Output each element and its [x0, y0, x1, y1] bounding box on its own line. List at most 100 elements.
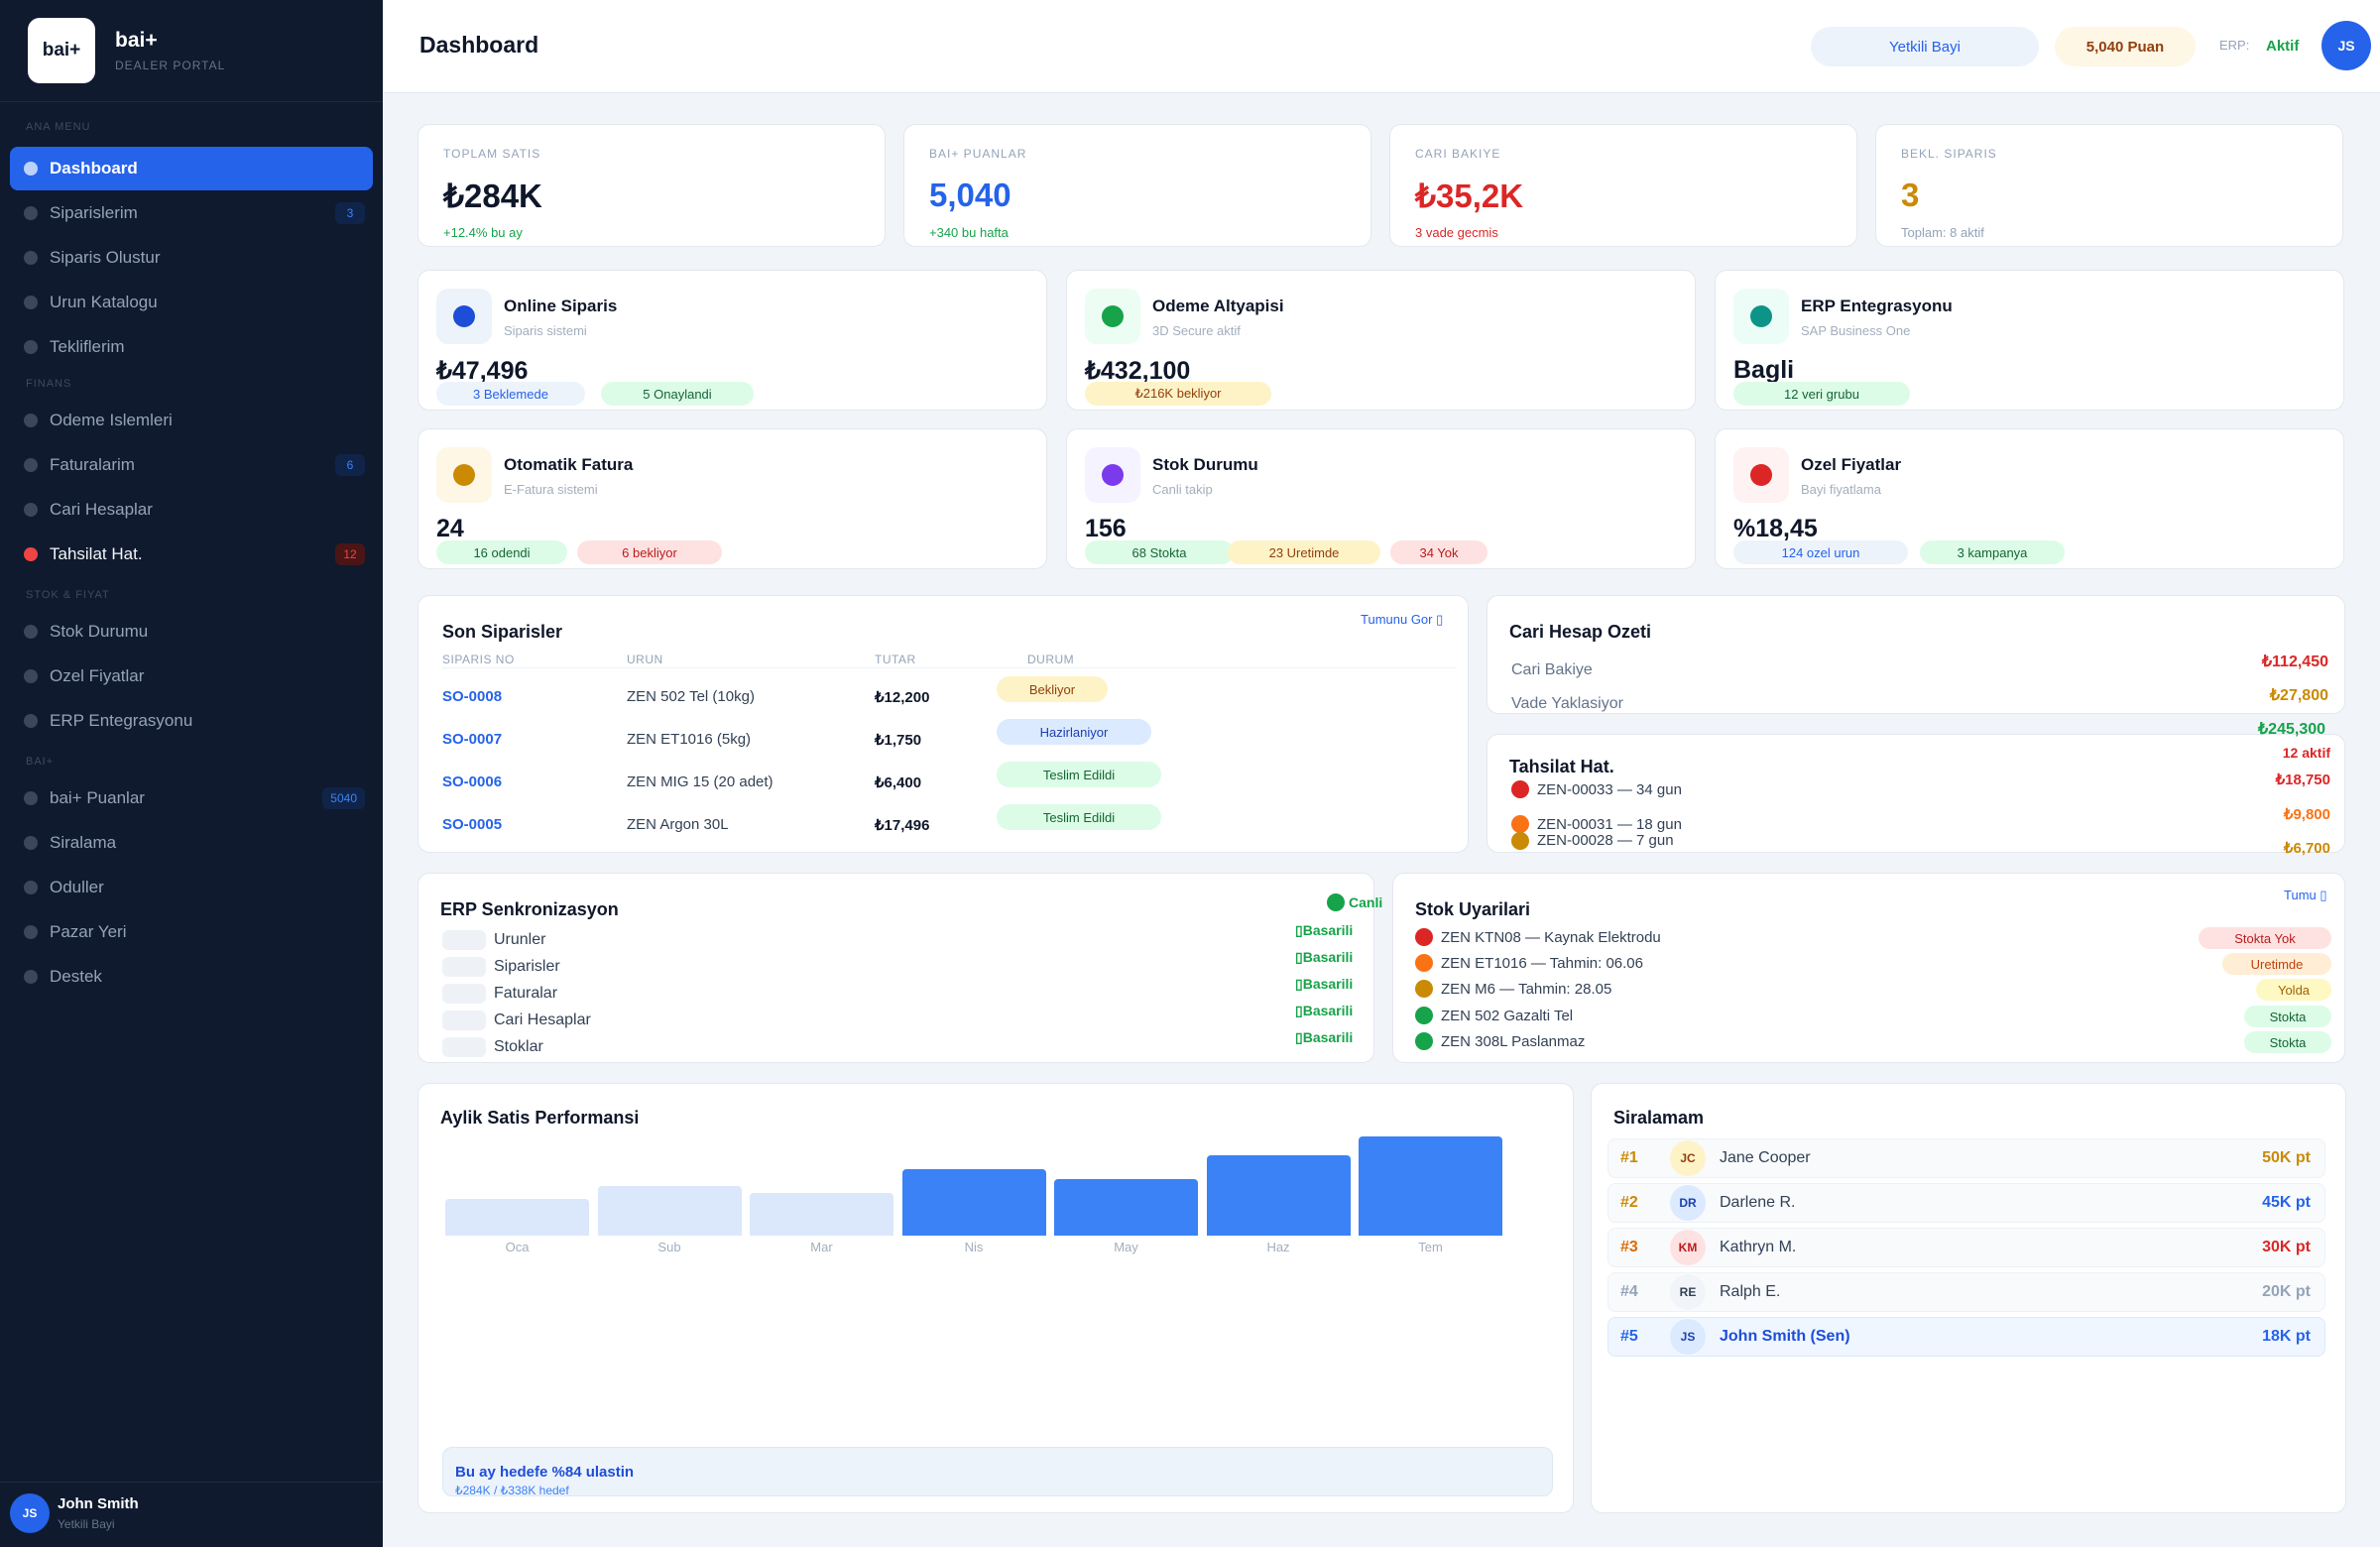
stat-card-bekl-siparis[interactable]: BEKL. SIPARIS 3 Toplam: 8 aktif: [1875, 124, 2343, 247]
sidebar-item-ozel-fiyatlar[interactable]: Ozel Fiyatlar: [10, 654, 373, 698]
collections-card: Tahsilat Hat. 12 aktif ZEN-00033 — 34 gu…: [1487, 734, 2345, 857]
order-product: ZEN MIG 15 (20 adet): [627, 774, 774, 790]
sync-label: Siparisler: [494, 958, 560, 975]
sidebar-item-pazar-yeri[interactable]: Pazar Yeri: [10, 910, 373, 954]
sidebar-item-label: Odeme Islemleri: [50, 411, 173, 429]
count-badge: 6: [335, 454, 365, 476]
sidebar-item-tahsilat[interactable]: Tahsilat Hat. 12: [10, 533, 373, 576]
collection-row[interactable]: ZEN-00033 — 34 gun: [1511, 780, 1682, 798]
stat-value: ₺284K: [443, 178, 542, 214]
order-id[interactable]: SO-0005: [442, 816, 502, 833]
collection-amount: ₺9,800: [2283, 806, 2330, 823]
stock-row[interactable]: ZEN 502 Gazalti Tel: [1415, 1007, 1573, 1024]
brand[interactable]: bai+ bai+ DEALER PORTAL: [28, 18, 225, 83]
sidebar-item-erp[interactable]: ERP Entegrasyonu: [10, 699, 373, 743]
sidebar-item-urun-katalogu[interactable]: Urun Katalogu: [10, 281, 373, 324]
sidebar-item-tekliflerim[interactable]: Tekliflerim: [10, 325, 373, 369]
user-name: John Smith: [58, 1495, 139, 1512]
bar-sub[interactable]: [597, 1186, 742, 1236]
bar-nis[interactable]: [901, 1169, 1046, 1236]
dashboard-icon: [24, 162, 38, 176]
rank-row-self[interactable]: #5 JS John Smith (Sen) 18K pt: [1607, 1317, 2325, 1357]
rank-row[interactable]: #3 KM Kathryn M. 30K pt: [1607, 1228, 2325, 1267]
create-order-icon: [24, 251, 38, 265]
sync-row: Siparisler: [442, 957, 560, 977]
avatar: JS: [1670, 1319, 1706, 1355]
sidebar-item-faturalarim[interactable]: Faturalarim 6: [10, 443, 373, 487]
stock-row[interactable]: ZEN 308L Paslanmaz: [1415, 1032, 1585, 1050]
role-pill[interactable]: Yetkili Bayi: [1811, 27, 2039, 66]
collection-row[interactable]: ZEN-00031 — 18 gun: [1511, 815, 1682, 833]
sidebar-item-siparislerim[interactable]: Siparislerim 3: [10, 191, 373, 235]
stat-card-cari-bakiye[interactable]: CARI BAKIYE ₺35,2K 3 vade gecmis: [1389, 124, 1857, 247]
stock-row[interactable]: ZEN KTN08 — Kaynak Elektrodu: [1415, 928, 1661, 946]
sidebar-item-oduller[interactable]: Oduller: [10, 866, 373, 909]
avatar: RE: [1670, 1274, 1706, 1310]
sync-pill-icon: [442, 984, 486, 1004]
sidebar-user[interactable]: JS John Smith Yetkili Bayi: [10, 1493, 139, 1533]
view-all-link[interactable]: Tumunu Gor ▯: [1361, 612, 1443, 628]
collection-row[interactable]: ZEN-00028 — 7 gun: [1511, 832, 1674, 852]
collection-label: ZEN-00033 — 34 gun: [1537, 780, 1682, 798]
section-title: Son Siparisler: [442, 622, 563, 642]
rank-name: Kathryn M.: [1720, 1239, 1797, 1255]
points-pill[interactable]: 5,040 Puan: [2055, 27, 2196, 66]
ranking-icon: [24, 836, 38, 850]
tag: 3 Beklemede: [436, 382, 585, 406]
stat-card-toplam-satis[interactable]: TOPLAM SATIS ₺284K +12.4% bu ay: [417, 124, 886, 247]
sidebar-item-puanlar[interactable]: bai+ Puanlar 5040: [10, 776, 373, 820]
rank-points: 45K pt: [2262, 1194, 2311, 1211]
order-product: ZEN Argon 30L: [627, 816, 729, 833]
stock-row[interactable]: ZEN ET1016 — Tahmin: 06.06: [1415, 954, 1643, 972]
sidebar-item-siralama[interactable]: Siralama: [10, 821, 373, 865]
table-row[interactable]: SO-0005 ZEN Argon 30L ₺17,496 Teslim Edi…: [418, 804, 1470, 844]
table-row[interactable]: SO-0007 ZEN ET1016 (5kg) ₺1,750 Hazirlan…: [418, 719, 1470, 759]
sync-label: Urunler: [494, 931, 546, 948]
stock-alerts-card: Stok Uyarilari Tumu ▯ ZEN KTN08 — Kaynak…: [1392, 873, 2345, 1063]
col-header: TUTAR: [875, 653, 916, 666]
points-icon: [24, 791, 38, 805]
erp-icon: [24, 714, 38, 728]
bar-mar[interactable]: [750, 1193, 893, 1236]
sidebar-item-label: Pazar Yeri: [50, 922, 127, 941]
order-id[interactable]: SO-0006: [442, 774, 502, 790]
module-stok-durumu[interactable]: Stok Durumu Canli takip 156 68 Stokta 23…: [1066, 428, 1696, 569]
sidebar-item-label: ERP Entegrasyonu: [50, 711, 193, 730]
order-id[interactable]: SO-0007: [442, 731, 502, 748]
rank-row[interactable]: #2 DR Darlene R. 45K pt: [1607, 1183, 2325, 1223]
user-role: Yetkili Bayi: [58, 1517, 115, 1531]
sidebar-item-destek[interactable]: Destek: [10, 955, 373, 999]
table-row[interactable]: SO-0006 ZEN MIG 15 (20 adet) ₺6,400 Tesl…: [418, 762, 1470, 801]
rank-row[interactable]: #1 JC Jane Cooper 50K pt: [1607, 1138, 2325, 1178]
user-avatar[interactable]: JS: [2321, 21, 2371, 70]
bar-tem[interactable]: [1359, 1136, 1502, 1236]
view-all-link[interactable]: Tumu ▯: [2284, 888, 2327, 903]
bar-oca[interactable]: [445, 1199, 589, 1236]
sidebar-item-cari-hesaplar[interactable]: Cari Hesaplar: [10, 488, 373, 532]
bar-may[interactable]: [1054, 1179, 1198, 1236]
rank-row[interactable]: #4 RE Ralph E. 20K pt: [1607, 1272, 2325, 1312]
collection-amount: ₺18,750: [2275, 772, 2330, 788]
stock-row[interactable]: ZEN M6 — Tahmin: 28.05: [1415, 980, 1611, 998]
module-title: Ozel Fiyatlar: [1801, 455, 1902, 474]
bar-haz[interactable]: [1206, 1155, 1351, 1236]
table-row[interactable]: SO-0008 ZEN 502 Tel (10kg) ₺12,200 Bekli…: [418, 676, 1470, 716]
count-badge: 3: [335, 202, 365, 224]
sidebar-item-stok-durumu[interactable]: Stok Durumu: [10, 610, 373, 654]
module-odeme-altyapisi[interactable]: Odeme Altyapisi 3D Secure aktif ₺432,100…: [1066, 270, 1696, 411]
alert-icon: [24, 547, 38, 561]
module-online-siparis[interactable]: Online Siparis Siparis sistemi ₺47,496 3…: [417, 270, 1047, 411]
sidebar-item-label: Destek: [50, 967, 102, 986]
logo: bai+: [28, 18, 95, 83]
module-otomatik-fatura[interactable]: Otomatik Fatura E-Fatura sistemi 24 16 o…: [417, 428, 1047, 569]
sidebar-item-dashboard[interactable]: Dashboard: [10, 147, 373, 190]
tag: ₺216K bekliyor: [1085, 382, 1271, 406]
order-amount: ₺1,750: [875, 732, 922, 749]
stat-card-puanlar[interactable]: BAI+ PUANLAR 5,040 +340 bu hafta: [903, 124, 1371, 247]
sidebar-item-odeme-islemleri[interactable]: Odeme Islemleri: [10, 399, 373, 442]
sidebar-item-siparis-olustur[interactable]: Siparis Olustur: [10, 236, 373, 280]
marketplace-icon: [24, 925, 38, 939]
module-erp[interactable]: ERP Entegrasyonu SAP Business One Bagli …: [1715, 270, 2344, 411]
module-ozel-fiyatlar[interactable]: Ozel Fiyatlar Bayi fiyatlama %18,45 124 …: [1715, 428, 2344, 569]
order-id[interactable]: SO-0008: [442, 688, 502, 705]
